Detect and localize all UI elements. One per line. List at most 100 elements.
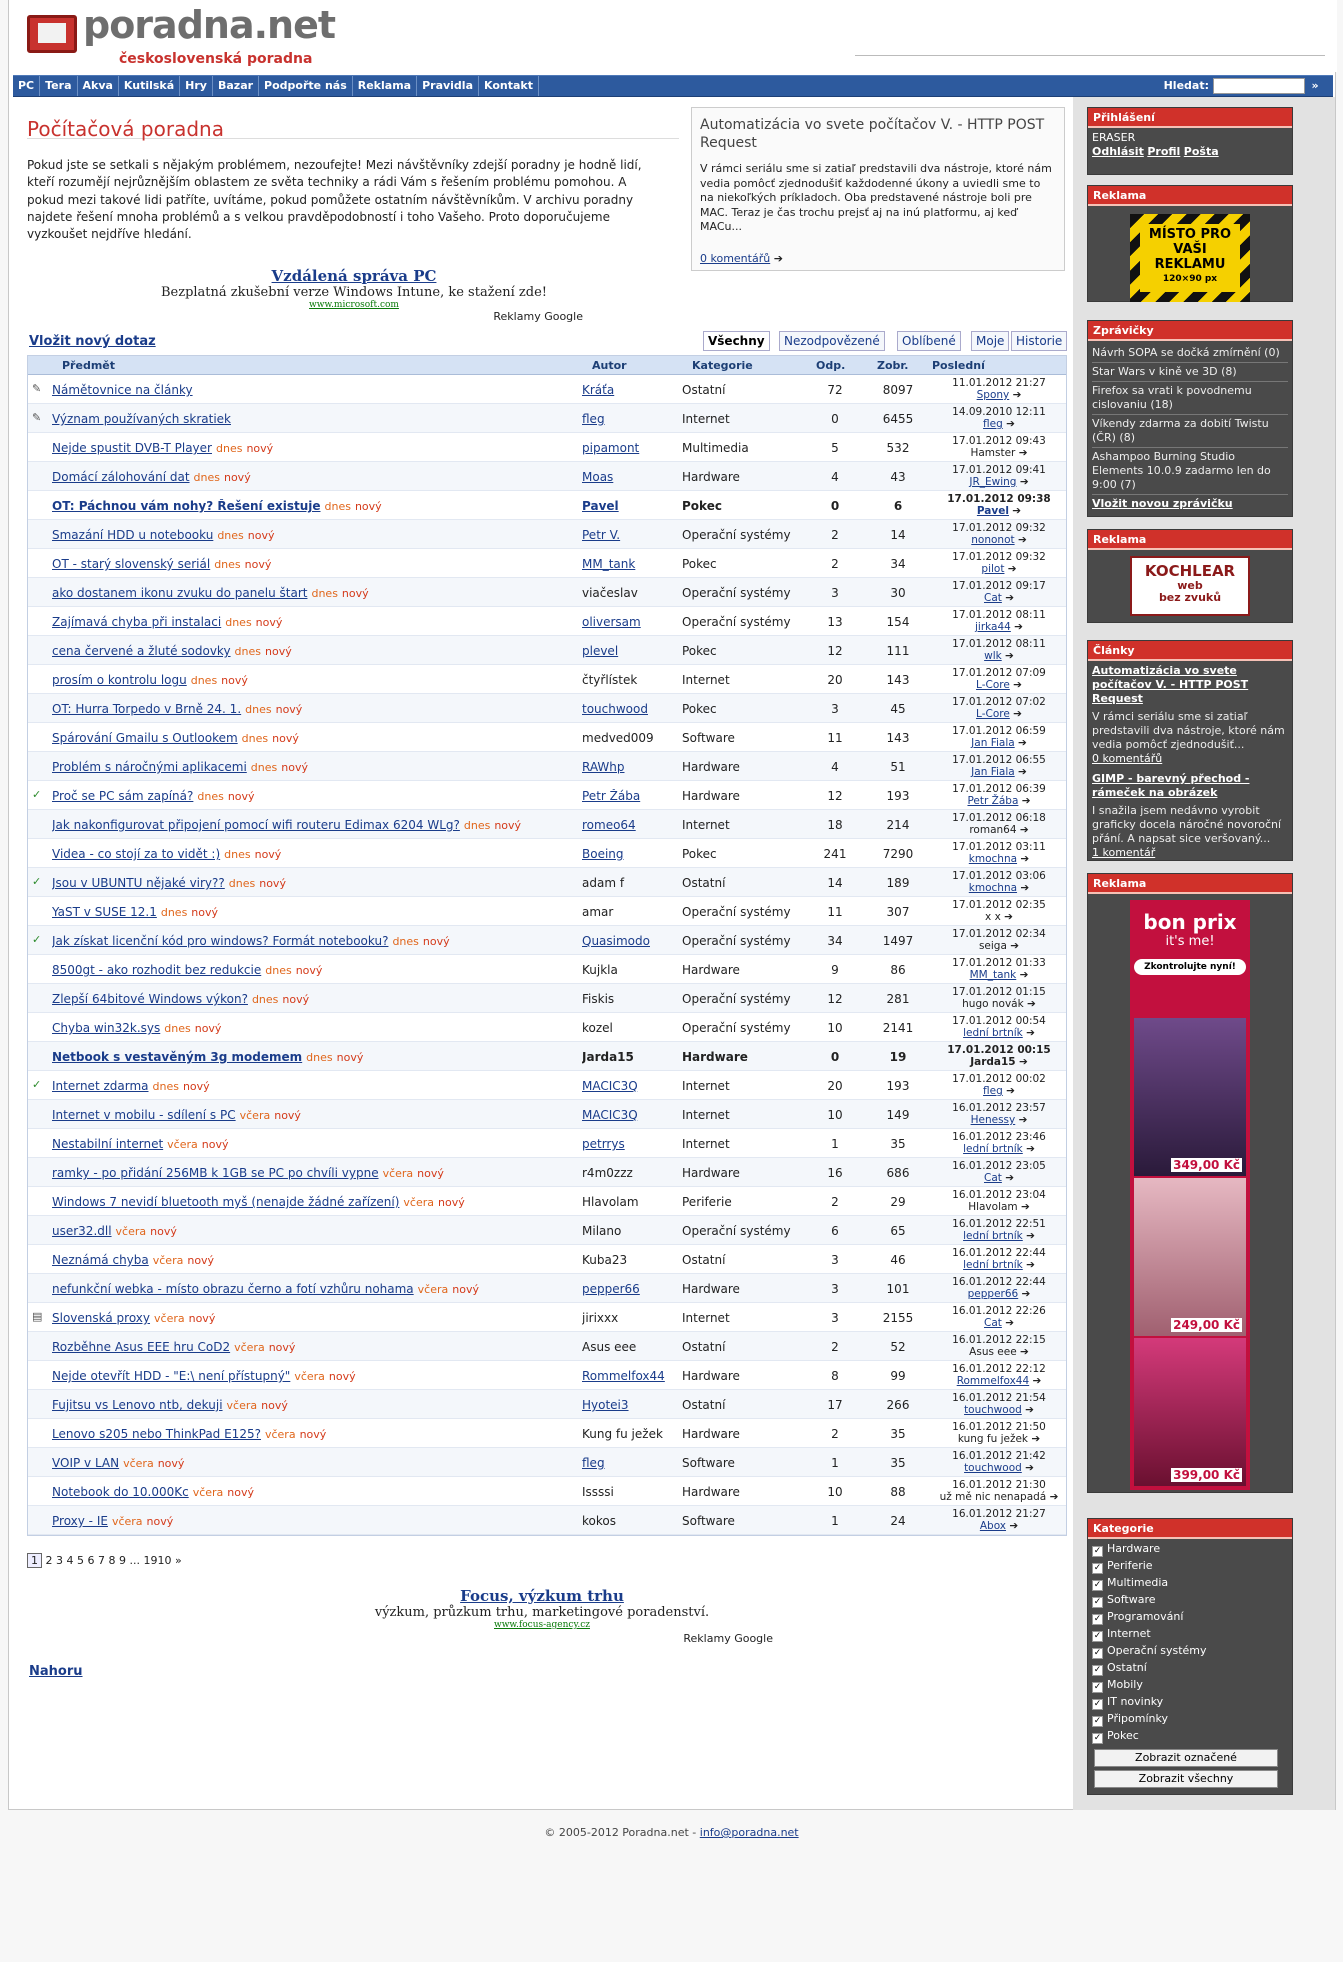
arrow-icon[interactable]: ➔ <box>1018 1201 1030 1213</box>
article-comments-link[interactable]: 0 komentářů <box>1092 752 1162 765</box>
last-author[interactable]: wlk <box>984 650 1002 662</box>
table-row[interactable]: ✓ Internet zdarma dnes nový MACIC3Q Internet 2… <box>28 1071 1066 1100</box>
tab-2[interactable]: Oblíbené <box>897 331 961 351</box>
table-row[interactable]: ✓ Jsou v UBUNTU nějaké viry?? dnes nový adam… <box>28 868 1066 897</box>
arrow-icon[interactable]: ➔ <box>1018 795 1031 807</box>
question-link[interactable]: Videa - co stojí za to vidět :) <box>52 847 220 861</box>
checkbox[interactable]: ✓ <box>1092 1614 1103 1625</box>
arrow-icon[interactable]: ➔ <box>1023 1027 1035 1039</box>
question-link[interactable]: VOIP v LAN <box>52 1456 119 1470</box>
row-author[interactable]: Boeing <box>582 847 672 861</box>
arrow-icon[interactable]: ➔ <box>1015 447 1028 459</box>
page-link[interactable]: 9 <box>119 1554 126 1567</box>
question-link[interactable]: Slovenská proxy <box>52 1311 150 1325</box>
last-author[interactable]: Cat <box>984 1317 1002 1329</box>
last-author[interactable]: Abox <box>980 1520 1006 1532</box>
checkbox[interactable]: ✓ <box>1092 1699 1103 1710</box>
page-link[interactable]: 3 <box>56 1554 63 1567</box>
row-author[interactable]: RAWhp <box>582 760 672 774</box>
category-checkbox[interactable]: ✓ Internet <box>1092 1627 1288 1644</box>
table-row[interactable]: 8500gt - ako rozhodit bez redukcie dnes no… <box>28 955 1066 984</box>
arrow-icon[interactable]: ➔ <box>1022 1404 1034 1416</box>
nav-item-7[interactable]: Reklama <box>353 76 418 96</box>
table-row[interactable]: Nejde spustit DVB-T Player dnes nový pipamo… <box>28 433 1066 462</box>
last-author[interactable]: Cat <box>984 592 1002 604</box>
nav-item-6[interactable]: Podpořte nás <box>259 76 353 96</box>
row-author[interactable]: romeo64 <box>582 818 672 832</box>
profile-link[interactable]: Profil <box>1147 145 1180 158</box>
question-link[interactable]: Nestabilní internet <box>52 1137 163 1151</box>
arrow-icon[interactable]: ➔ <box>1015 534 1027 546</box>
bonprix-cta[interactable]: Zkontrolujte nyní! <box>1134 959 1246 975</box>
table-row[interactable]: Neznámá chyba včera nový Kuba23 Ostatní 3 46 16… <box>28 1245 1066 1274</box>
arrow-icon[interactable]: ➔ <box>1015 737 1027 749</box>
arrow-icon[interactable]: ➔ <box>1002 1172 1014 1184</box>
table-row[interactable]: Nestabilní internet včera nový petrrys Inter… <box>28 1129 1066 1158</box>
question-link[interactable]: Význam používaných skratiek <box>52 412 231 426</box>
last-author[interactable]: Jan Fiala <box>971 737 1015 749</box>
arrow-icon[interactable]: ➔ <box>1004 563 1017 575</box>
question-link[interactable]: YaST v SUSE 12.1 <box>52 905 157 919</box>
page-link[interactable]: 2 <box>46 1554 53 1567</box>
category-checkbox[interactable]: ✓ Hardware <box>1092 1542 1288 1559</box>
nav-item-1[interactable]: Tera <box>40 76 78 96</box>
news-item[interactable]: Ashampoo Burning Studio Elements 10.0.9 … <box>1092 448 1288 495</box>
question-link[interactable]: OT: Hurra Torpedo v Brně 24. 1. <box>52 702 241 716</box>
row-author[interactable]: MACIC3Q <box>582 1108 672 1122</box>
tab-1[interactable]: Nezodpovězené <box>779 331 885 351</box>
table-row[interactable]: Nejde otevřít HDD - "E:\ není přístupný"… <box>28 1361 1066 1390</box>
arrow-icon[interactable]: ➔ <box>1018 1288 1031 1300</box>
arrow-icon[interactable]: ➔ <box>1010 679 1022 691</box>
ad-by[interactable]: Reklamy Google <box>493 310 583 323</box>
table-row[interactable]: Zajímavá chyba při instalaci dnes nový oliv… <box>28 607 1066 636</box>
row-author[interactable]: Moas <box>582 470 672 484</box>
question-link[interactable]: Námětovnice na články <box>52 383 193 397</box>
news-item[interactable]: Víkendy zdarma za dobití Twistu (ČR) (8) <box>1092 415 1288 448</box>
nav-item-3[interactable]: Kutilská <box>119 76 181 96</box>
question-link[interactable]: Rozběhne Asus EEE hru CoD2 <box>52 1340 230 1354</box>
row-author[interactable]: Quasimodo <box>582 934 672 948</box>
arrow-icon[interactable]: ➔ <box>1029 1375 1041 1387</box>
category-checkbox[interactable]: ✓ Operační systémy <box>1092 1644 1288 1661</box>
table-row[interactable]: Internet v mobilu - sdílení s PC včera nov… <box>28 1100 1066 1129</box>
site-logo[interactable]: poradna.net československá poradna <box>27 3 347 67</box>
row-author[interactable]: petrrys <box>582 1137 672 1151</box>
table-row[interactable]: user32.dll včera nový Milano Operační systém… <box>28 1216 1066 1245</box>
checkbox[interactable]: ✓ <box>1092 1733 1103 1744</box>
arrow-icon[interactable]: ➔ <box>1009 389 1022 401</box>
news-item[interactable]: Návrh SOPA se dočká zmírnění (0) <box>1092 344 1288 363</box>
arrow-icon[interactable]: ➔ <box>1003 1085 1015 1097</box>
row-author[interactable]: MM_tank <box>582 557 672 571</box>
last-author[interactable]: Henessy <box>971 1114 1016 1126</box>
news-title[interactable]: Zprávičky <box>1088 321 1292 341</box>
question-link[interactable]: user32.dll <box>52 1224 112 1238</box>
last-author[interactable]: touchwood <box>964 1404 1022 1416</box>
category-checkbox[interactable]: ✓ Software <box>1092 1593 1288 1610</box>
question-link[interactable]: Smazání HDD u notebooku <box>52 528 213 542</box>
question-link[interactable]: Netbook s vestavěným 3g modemem <box>52 1050 302 1064</box>
category-checkbox[interactable]: ✓ Ostatní <box>1092 1661 1288 1678</box>
ad-title[interactable]: Vzdálená správa PC <box>121 267 587 285</box>
last-author[interactable]: JR_Ewing <box>969 476 1016 488</box>
last-author[interactable]: lední brtník <box>963 1230 1023 1242</box>
article-title[interactable]: Automatizácia vo svete počítačov V. - HT… <box>1092 664 1288 706</box>
arrow-icon[interactable]: ➔ <box>1016 969 1029 981</box>
table-row[interactable]: ▤ Slovenská proxy včera nový jirixxx Internet… <box>28 1303 1066 1332</box>
checkbox[interactable]: ✓ <box>1092 1716 1103 1727</box>
table-row[interactable]: nefunkční webka - místo obrazu černo a f… <box>28 1274 1066 1303</box>
question-link[interactable]: Proxy - IE <box>52 1514 108 1528</box>
ad-by[interactable]: Reklamy Google <box>683 1632 773 1645</box>
question-link[interactable]: Internet v mobilu - sdílení s PC <box>52 1108 236 1122</box>
checkbox[interactable]: ✓ <box>1092 1546 1103 1557</box>
table-row[interactable]: cena červené a žluté sodovky dnes nový plev… <box>28 636 1066 665</box>
arrow-icon[interactable]: ➔ <box>1022 1462 1034 1474</box>
arrow-icon[interactable]: ➔ <box>1002 1317 1014 1329</box>
category-checkbox[interactable]: ✓ Mobily <box>1092 1678 1288 1695</box>
col-replies[interactable]: Odp. <box>816 359 845 372</box>
show-all-button[interactable]: Zobrazit všechny <box>1094 1770 1278 1788</box>
col-views[interactable]: Zobr. <box>877 359 908 372</box>
question-link[interactable]: Zlepší 64bitové Windows výkon? <box>52 992 248 1006</box>
question-link[interactable]: OT: Páchnou vám nohy? Řešení existuje <box>52 499 321 513</box>
page-link[interactable]: 6 <box>88 1554 95 1567</box>
question-link[interactable]: Windows 7 nevidí bluetooth myš (nenajde … <box>52 1195 399 1209</box>
